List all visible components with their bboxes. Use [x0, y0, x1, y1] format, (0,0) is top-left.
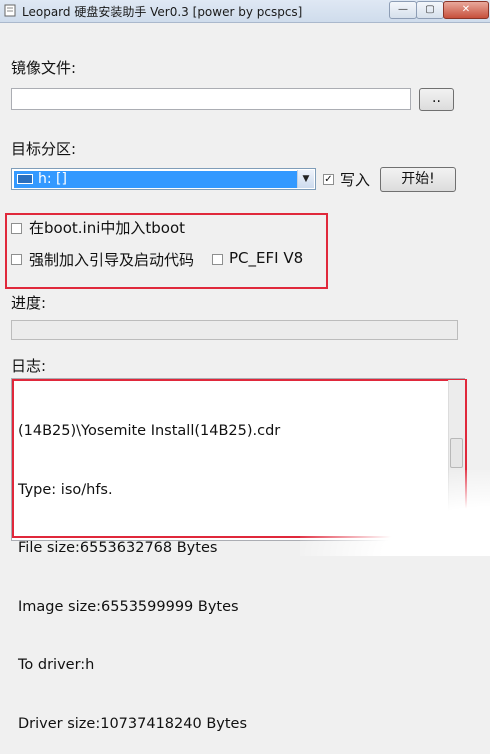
browse-button[interactable]: ..: [419, 88, 454, 111]
log-scrollbar[interactable]: [448, 380, 465, 540]
target-partition-label: 目标分区:: [11, 140, 77, 158]
log-line: To driver:h: [18, 657, 95, 673]
log-line: (14B25)\Yosemite Install(14B25).cdr: [18, 423, 281, 439]
window-title: Leopard 硬盘安装助手 Ver0.3 [power by pcspcs]: [22, 5, 303, 19]
partition-select[interactable]: h: [] ▼: [11, 168, 316, 190]
write-checkbox[interactable]: ✓: [323, 174, 334, 185]
force-boot-checkbox[interactable]: [11, 254, 22, 265]
pc-efi-label: PC_EFI V8: [229, 249, 304, 267]
title-bar[interactable]: Leopard 硬盘安装助手 Ver0.3 [power by pcspcs] …: [0, 0, 490, 23]
partition-value: h: []: [38, 171, 67, 187]
start-button[interactable]: 开始!: [380, 167, 456, 192]
log-line: Type: iso/hfs.: [18, 481, 113, 498]
log-label: 日志:: [11, 357, 47, 375]
log-content: (14B25)\Yosemite Install(14B25).cdr Type…: [18, 383, 280, 754]
tboot-label: 在boot.ini中加入tboot: [29, 219, 186, 237]
force-boot-label: 强制加入引导及启动代码: [29, 251, 195, 269]
log-line: Driver size:10737418240 Bytes: [18, 715, 248, 732]
progress-bar: [11, 320, 458, 340]
drive-icon: [17, 174, 33, 184]
image-file-label: 镜像文件:: [11, 59, 77, 77]
close-button[interactable]: ✕: [443, 1, 489, 19]
log-scroll-thumb[interactable]: [450, 438, 463, 468]
maximize-button[interactable]: ▢: [416, 1, 444, 19]
app-icon: [4, 4, 16, 17]
minimize-button[interactable]: —: [389, 1, 417, 19]
partition-selected: h: []: [14, 171, 298, 188]
tboot-checkbox[interactable]: [11, 223, 22, 234]
image-file-input[interactable]: [11, 88, 411, 110]
chevron-down-icon[interactable]: ▼: [297, 170, 314, 188]
log-line: Image size:6553599999 Bytes: [18, 598, 239, 615]
pc-efi-checkbox[interactable]: [212, 254, 223, 265]
write-label: 写入: [340, 171, 371, 189]
progress-label: 进度:: [11, 294, 47, 312]
